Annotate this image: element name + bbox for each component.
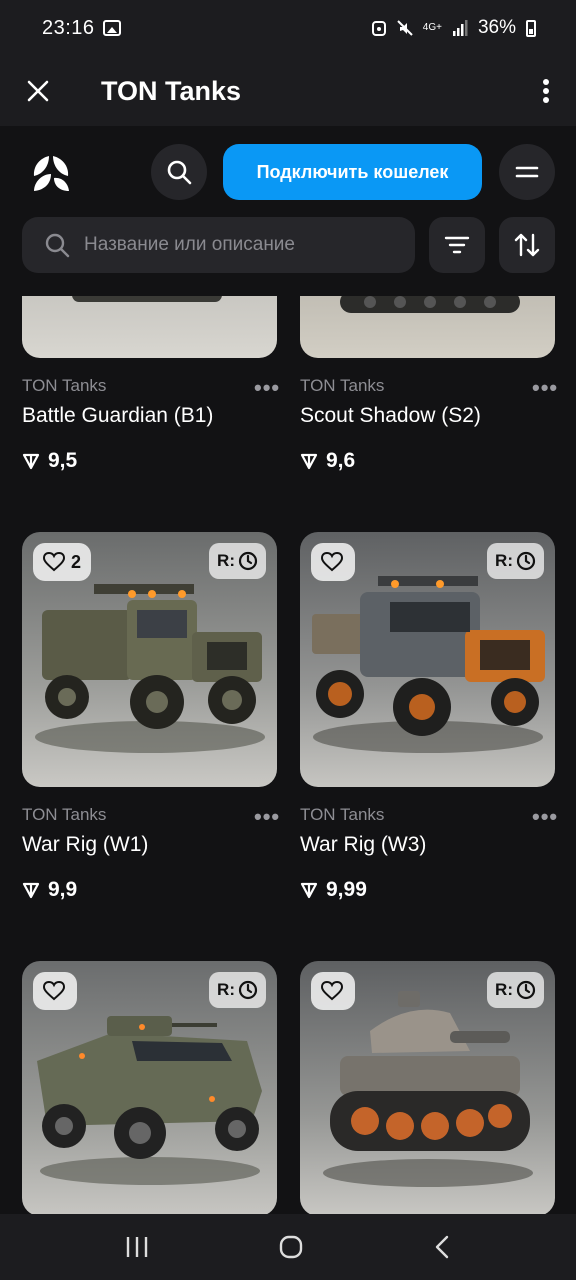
heart-icon (43, 981, 65, 1001)
nft-image[interactable]: 2 R: (22, 532, 277, 787)
royalty-badge: R: (209, 972, 266, 1008)
status-icons: 4G+ 36% (371, 17, 536, 39)
badge-label: R: (217, 980, 235, 999)
search-icon (167, 160, 192, 185)
search-field[interactable]: Название или описание (22, 217, 415, 273)
badge-label: R: (495, 551, 513, 570)
royalty-badge: R: (487, 972, 544, 1008)
search-icon (45, 233, 70, 258)
search-input[interactable]: Название или описание (84, 234, 295, 256)
close-icon (27, 80, 49, 102)
app-title: TON Tanks (101, 75, 242, 106)
ton-icon (22, 453, 40, 470)
nft-image[interactable]: R: (300, 961, 555, 1214)
collection-name: TON Tanks (22, 805, 107, 824)
battery-icon (526, 19, 536, 37)
menu-icon (515, 166, 539, 178)
ton-icon (300, 882, 318, 899)
sort-button[interactable] (499, 217, 555, 273)
more-icon[interactable]: ••• (254, 375, 280, 401)
nft-grid: TON Tanks ••• Battle Guardian (B1) 9,5 T… (0, 296, 576, 1214)
collection-name: TON Tanks (300, 805, 385, 824)
heart-icon (43, 552, 65, 572)
system-nav-bar (0, 1214, 576, 1280)
close-button[interactable] (0, 56, 76, 126)
connect-wallet-button[interactable]: Подключить кошелек (223, 144, 482, 200)
likes-count: 2 (71, 551, 82, 572)
signal-icon (452, 20, 468, 36)
search-button[interactable] (151, 144, 207, 200)
more-icon[interactable]: ••• (254, 804, 280, 830)
nft-price: 9,5 (22, 449, 77, 473)
more-icon[interactable]: ••• (532, 375, 558, 401)
more-options-button[interactable] (516, 56, 576, 126)
filter-button[interactable] (429, 217, 485, 273)
favorite-button[interactable]: 2 (33, 543, 92, 581)
nft-price: 9,6 (300, 449, 355, 473)
clock-icon (516, 980, 536, 1000)
mute-icon (397, 20, 413, 36)
favorite-button[interactable] (33, 972, 77, 1010)
more-vert-icon (543, 79, 549, 103)
nft-name: War Rig (W3) (300, 833, 427, 856)
nft-image[interactable]: R: (22, 961, 277, 1214)
back-button[interactable] (432, 1234, 452, 1260)
nft-name: War Rig (W1) (22, 833, 149, 856)
badge-label: R: (217, 551, 235, 570)
price-value: 9,5 (48, 449, 78, 472)
ton-icon (300, 453, 318, 470)
nft-name: Battle Guardian (B1) (22, 404, 214, 427)
clock-icon (516, 551, 536, 571)
clock-icon (238, 980, 258, 1000)
logo-icon[interactable] (28, 150, 74, 196)
network-type: 4G+ (422, 22, 442, 33)
status-time: 23:16 (42, 16, 95, 39)
tank-image (300, 296, 555, 358)
nft-name: Scout Shadow (S2) (300, 404, 481, 427)
royalty-badge: R: (487, 543, 544, 579)
badge-label: R: (495, 980, 513, 999)
recent-apps-button[interactable] (124, 1235, 150, 1259)
app-bar: TON Tanks (0, 56, 576, 126)
nft-image[interactable] (300, 296, 555, 358)
home-button[interactable] (278, 1234, 304, 1260)
more-icon[interactable]: ••• (532, 804, 558, 830)
gallery-icon (102, 20, 121, 36)
clock-icon (238, 551, 258, 571)
nft-image[interactable]: R: (300, 532, 555, 787)
heart-icon (321, 981, 343, 1001)
favorite-button[interactable] (311, 543, 355, 581)
price-value: 9,6 (326, 449, 356, 472)
price-value: 9,99 (326, 878, 367, 901)
ton-icon (22, 882, 40, 899)
nft-image[interactable] (22, 296, 277, 358)
alarm-icon (371, 21, 386, 36)
sort-icon (514, 233, 540, 257)
nft-price: 9,99 (300, 878, 367, 902)
tank-image (22, 296, 277, 358)
collection-name: TON Tanks (22, 376, 107, 395)
favorite-button[interactable] (311, 972, 355, 1010)
price-value: 9,9 (48, 878, 78, 901)
royalty-badge: R: (209, 543, 266, 579)
menu-button[interactable] (499, 144, 555, 200)
nft-price: 9,9 (22, 878, 77, 902)
battery-level: 36% (477, 17, 516, 38)
status-bar: 23:16 4G+ 36% (0, 0, 576, 56)
collection-name: TON Tanks (300, 376, 385, 395)
heart-icon (321, 552, 343, 572)
market-header: Подключить кошелек Название или описание (0, 126, 576, 296)
filter-icon (444, 236, 470, 254)
